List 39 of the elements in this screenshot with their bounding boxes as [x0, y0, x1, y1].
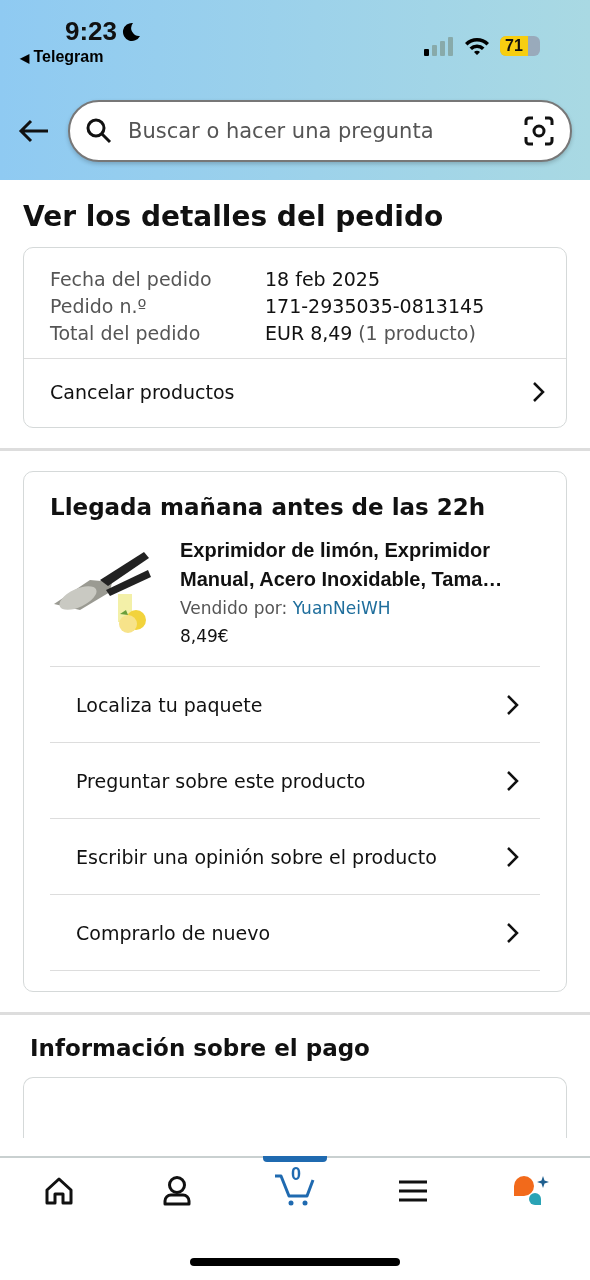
search-icon: [86, 118, 112, 144]
detail-value: 18 feb 2025: [265, 268, 381, 290]
delivery-heading: Llegada mañana antes de las 22h: [50, 494, 487, 520]
search-field[interactable]: Buscar o hacer una pregunta: [68, 100, 572, 162]
cart-count: 0: [291, 1164, 301, 1185]
detail-value: EUR 8,49 (1 producto): [265, 322, 476, 344]
chevron-right-icon: [506, 769, 520, 792]
home-icon: [44, 1176, 74, 1206]
detail-label: Total del pedido: [50, 322, 202, 344]
product-price: 8,49€: [180, 626, 230, 646]
cart-tab[interactable]: 0: [260, 1156, 330, 1216]
person-icon: [162, 1175, 192, 1207]
back-to-app-link[interactable]: ◀ Telegram: [20, 48, 104, 66]
detail-value: 171-2935035-0813145: [265, 295, 485, 317]
detail-label: Fecha del pedido: [50, 268, 213, 290]
search-input[interactable]: Buscar o hacer una pregunta: [126, 118, 510, 144]
cancel-products-row[interactable]: Cancelar productos: [24, 358, 566, 427]
seller-link[interactable]: YuanNeiWH: [292, 598, 391, 618]
payment-heading: Información sobre el pago: [30, 1035, 371, 1061]
menu-icon: [398, 1179, 428, 1203]
battery-icon: 71: [500, 36, 540, 56]
seller-label: Vendido por:: [180, 598, 288, 618]
signal-icon: [424, 36, 454, 56]
chevron-right-icon: [506, 845, 520, 868]
chevron-right-icon: [506, 921, 520, 944]
action-row[interactable]: Preguntar sobre este producto: [50, 742, 540, 818]
detail-label: Pedido n.º: [50, 295, 148, 317]
action-row[interactable]: Escribir una opinión sobre el producto: [50, 818, 540, 894]
chevron-right-icon: [506, 693, 520, 716]
page-title: Ver los detalles del pedido: [23, 200, 445, 233]
action-row[interactable]: Comprarlo de nuevo: [50, 894, 540, 970]
action-row[interactable]: Localiza tu paquete: [50, 666, 540, 742]
chevron-right-icon: [532, 381, 546, 403]
wifi-icon: [464, 36, 490, 56]
chat-bubbles-icon: [513, 1175, 549, 1207]
camera-scan-icon[interactable]: [524, 116, 554, 146]
product-title[interactable]: Exprimidor de limón, Exprimidor Manual, Acero Inoxidable, Tama…: [180, 536, 540, 594]
clock-time: 9:23: [65, 16, 118, 47]
back-arrow-icon[interactable]: [18, 119, 50, 143]
